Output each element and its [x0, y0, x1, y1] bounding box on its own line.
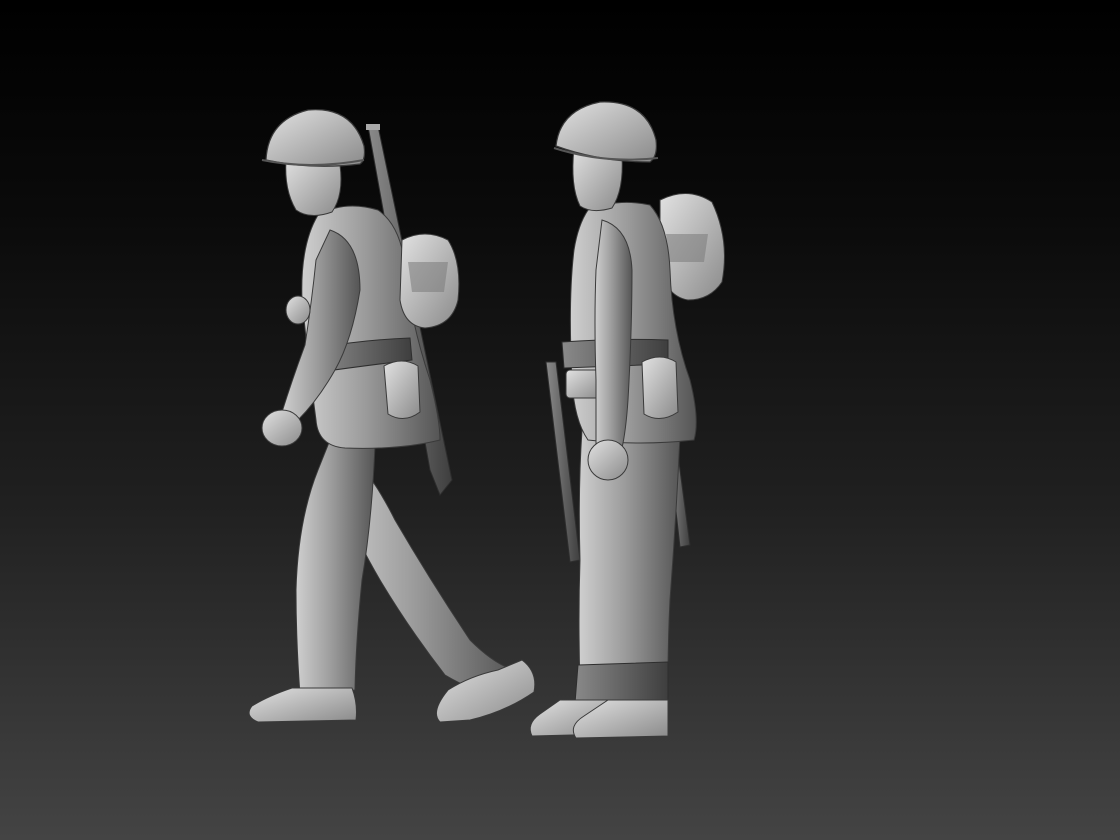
helmet [265, 109, 366, 167]
sculpt-scene [248, 101, 725, 739]
standing-soldier [529, 101, 725, 739]
front-boot [248, 687, 357, 723]
front-leg [295, 439, 376, 696]
walking-soldier [248, 109, 536, 723]
fist [261, 409, 303, 447]
hanging-arm [594, 219, 633, 449]
fist [587, 439, 629, 481]
canteen [383, 360, 421, 419]
hand-on-strap [285, 295, 311, 325]
canteen [641, 356, 679, 419]
render-viewport [0, 0, 1120, 840]
